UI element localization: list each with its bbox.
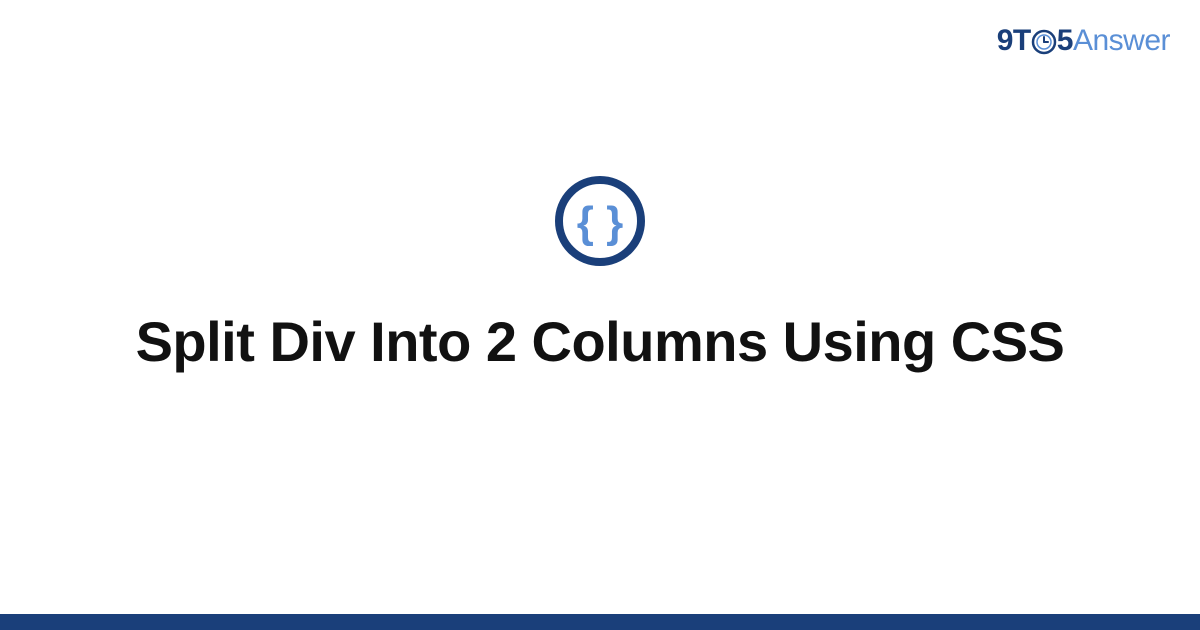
svg-text:{ }: { } — [577, 198, 623, 247]
main-content: { } Split Div Into 2 Columns Using CSS — [0, 0, 1200, 630]
code-braces-icon: { } — [554, 175, 646, 267]
page-title: Split Div Into 2 Columns Using CSS — [136, 308, 1065, 375]
footer-accent-bar — [0, 614, 1200, 630]
category-badge: { } — [554, 175, 646, 272]
